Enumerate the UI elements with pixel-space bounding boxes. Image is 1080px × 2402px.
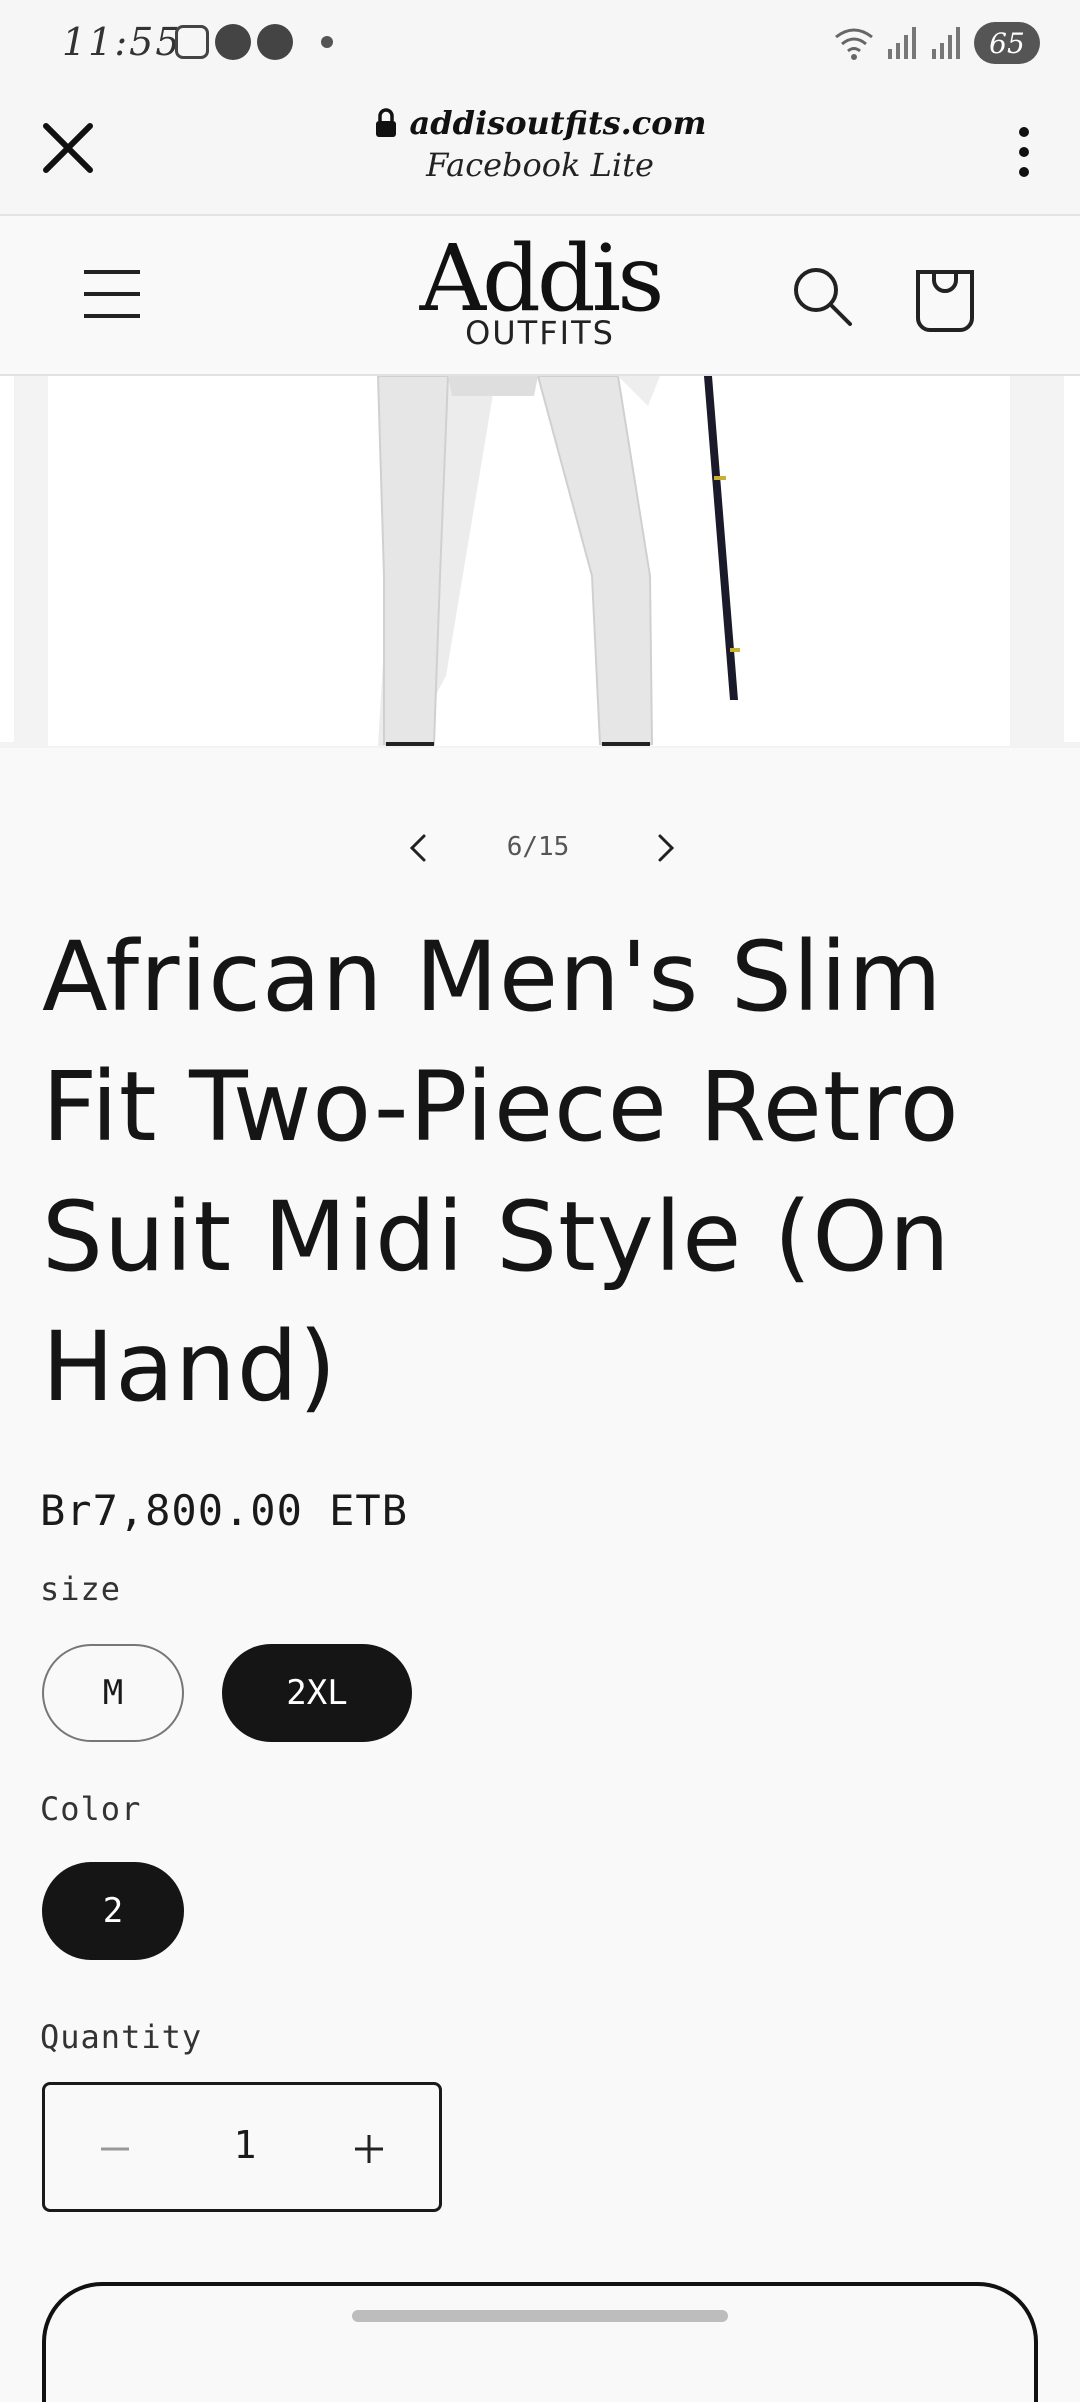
more-vert-icon[interactable] — [1004, 122, 1044, 182]
color-option-2[interactable]: 2 — [42, 1862, 184, 1960]
chevron-left-icon[interactable] — [398, 828, 438, 868]
url-text: addisoutfits.com — [409, 104, 707, 142]
chat-icon — [257, 24, 293, 60]
browser-toolbar: addisoutfits.com Facebook Lite — [0, 90, 1080, 216]
slide-counter: 6/15 — [506, 832, 570, 862]
system-status: 65 — [832, 22, 1040, 64]
quantity-stepper: 1 — [42, 2082, 442, 2212]
quantity-value[interactable]: 1 — [195, 2123, 295, 2167]
url-display[interactable]: addisoutfits.com — [374, 104, 707, 142]
search-icon[interactable] — [790, 264, 854, 328]
home-indicator[interactable] — [352, 2310, 728, 2322]
minus-icon[interactable] — [85, 2119, 145, 2179]
signal-icon — [888, 27, 916, 59]
status-time: 11:55 — [62, 20, 182, 64]
cart-icon[interactable] — [912, 262, 978, 332]
site-header: Addis OUTFITS — [0, 216, 1080, 376]
notification-icons — [175, 24, 333, 60]
quantity-label: Quantity — [40, 2018, 203, 2056]
screenshot-icon — [175, 25, 209, 59]
more-notifications-dot-icon — [321, 36, 333, 48]
wifi-icon — [835, 28, 873, 60]
signal-icon-2 — [932, 27, 960, 59]
color-label: Color — [40, 1790, 142, 1828]
status-bar: 11:55 65 — [0, 0, 1080, 90]
size-label: size — [40, 1570, 122, 1608]
plus-icon[interactable] — [339, 2119, 399, 2179]
product-image[interactable] — [48, 376, 1010, 746]
add-to-cart-button[interactable] — [42, 2282, 1038, 2402]
product-gallery[interactable] — [0, 376, 1080, 748]
product-title: African Men's Slim Fit Two-Piece Retro S… — [42, 921, 960, 1423]
messenger-icon — [215, 24, 251, 60]
gallery-pagination: 6/15 — [0, 820, 1080, 880]
address-area[interactable]: addisoutfits.com Facebook Lite — [0, 104, 1080, 184]
size-option-2xl[interactable]: 2XL — [222, 1644, 412, 1742]
lock-icon — [375, 108, 396, 137]
chevron-right-icon[interactable] — [646, 828, 686, 868]
size-option-m[interactable]: M — [42, 1644, 184, 1742]
browser-app-name: Facebook Lite — [426, 146, 654, 184]
battery-indicator: 65 — [974, 22, 1040, 64]
next-slide-edge — [1064, 376, 1080, 742]
suit-trousers-illustration — [376, 376, 740, 746]
product-price: Br7,800.00 ETB — [40, 1486, 409, 1535]
previous-slide-edge — [0, 376, 14, 742]
